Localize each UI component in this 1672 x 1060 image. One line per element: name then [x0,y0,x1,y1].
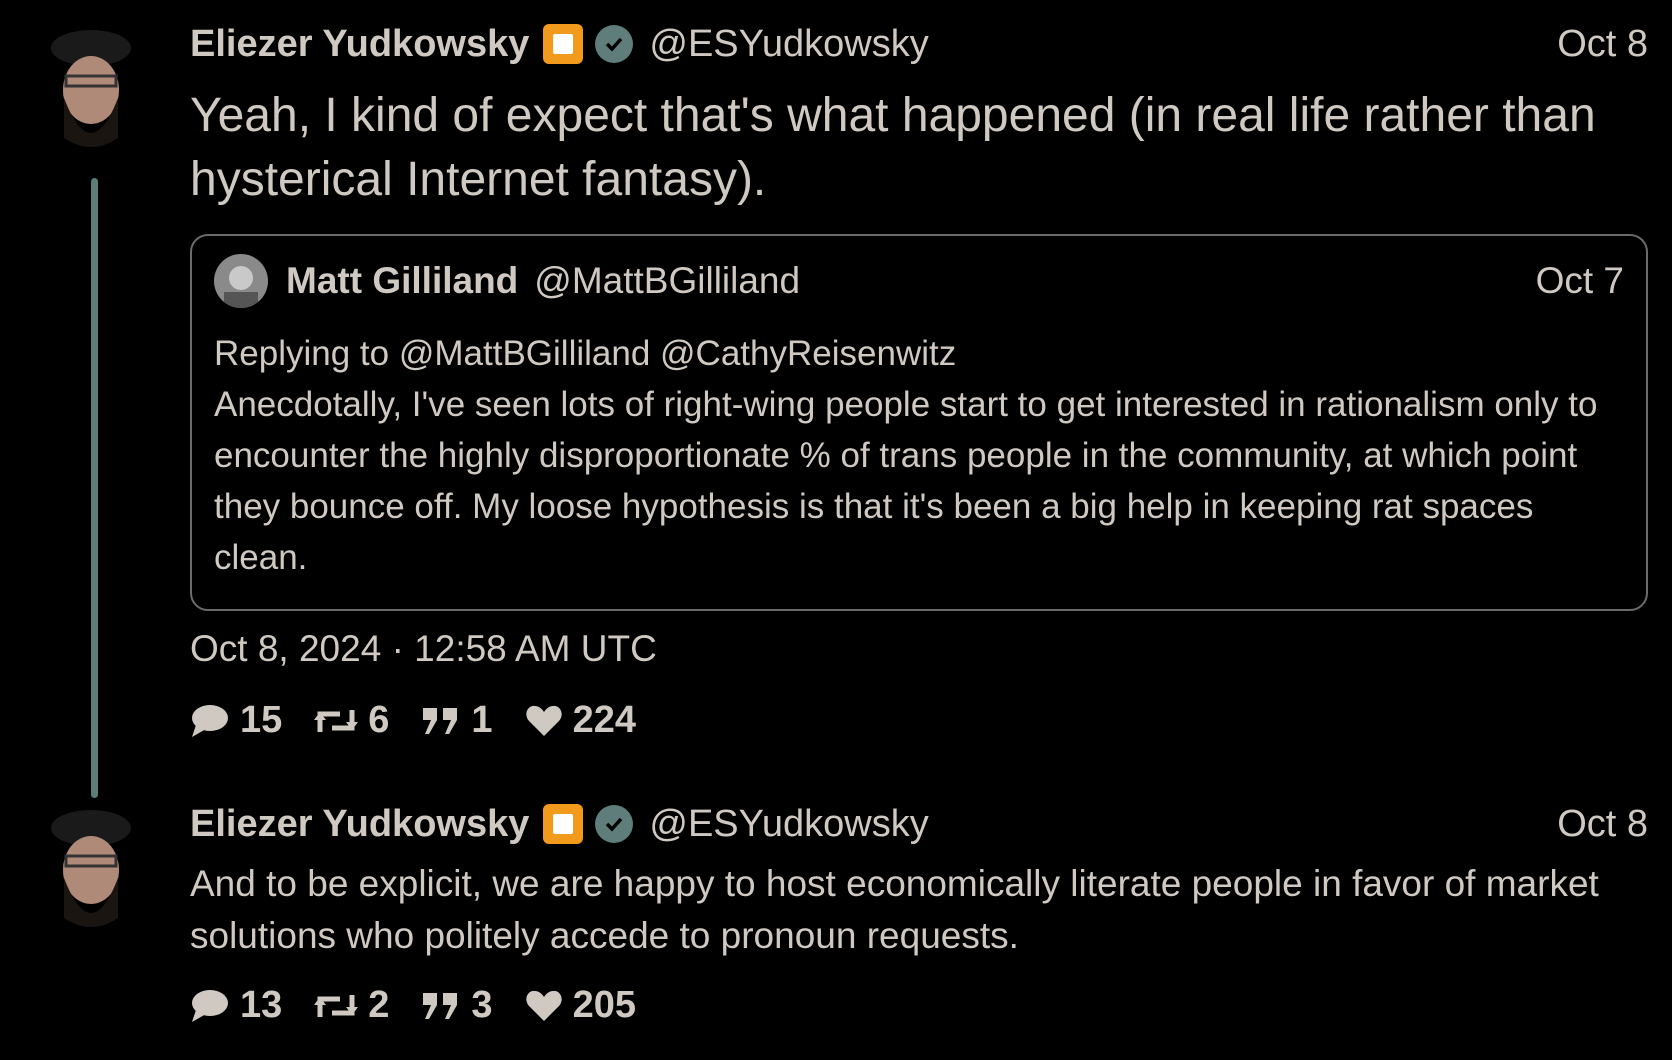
avatar-image [46,808,136,938]
quoted-author-name[interactable]: Matt Gilliland [286,259,518,303]
like-count[interactable]: 205 [525,984,636,1027]
comment-icon [192,989,228,1022]
tweet-text: And to be explicit, we are happy to host… [190,863,1599,956]
mention-link[interactable]: @MattBGilliland [399,334,650,373]
stop-square-badge-icon [543,804,584,844]
avatar-image [46,28,136,158]
quote-count-value: 3 [471,984,493,1026]
tweet[interactable]: Eliezer Yudkowsky @ESYudkowsky Oct 8 Yea… [190,22,1648,742]
reply-count-value: 13 [240,984,283,1026]
retweet-count[interactable]: 2 [314,984,389,1027]
reply-count[interactable]: 15 [190,699,282,742]
like-count-value: 205 [572,984,636,1026]
like-count-value: 224 [572,699,636,741]
quoted-tweet-header: Matt Gilliland @MattBGilliland Oct 7 [214,254,1624,308]
tweet-timestamp[interactable]: Oct 8, 2024 · 12:58 AM UTC [190,627,1648,671]
stop-square-badge-icon [543,24,584,64]
retweet-count-value: 2 [368,984,390,1026]
quote-icon [423,992,458,1019]
like-count[interactable]: 224 [525,699,636,742]
tweet[interactable]: Eliezer Yudkowsky @ESYudkowsky Oct 8 And… [190,802,1648,1027]
tweet-text: Yeah, I kind of expect that's what happe… [190,89,1596,206]
quoted-tweet-text: Anecdotally, I've seen lots of right-win… [214,385,1598,577]
tweet-header: Eliezer Yudkowsky @ESYudkowsky Oct 8 [190,22,1648,66]
avatar[interactable] [46,28,136,158]
author-name[interactable]: Eliezer Yudkowsky [190,802,529,846]
author-handle[interactable]: @ESYudkowsky [649,22,928,66]
tweet-stats: 15 6 1 224 [190,699,1648,742]
comment-icon [192,704,228,737]
retweet-icon [314,994,359,1017]
quoted-tweet[interactable]: Matt Gilliland @MattBGilliland Oct 7 Rep… [190,234,1648,611]
verified-icon [595,25,634,63]
retweet-count[interactable]: 6 [314,699,389,742]
tweet-date[interactable]: Oct 8 [1557,802,1648,846]
mention-link[interactable]: @CathyReisenwitz [660,334,956,373]
quoted-avatar[interactable] [214,254,268,308]
avatar[interactable] [46,808,136,938]
quote-count[interactable]: 3 [421,984,493,1027]
thread-connector-line [91,178,98,798]
reply-count[interactable]: 13 [190,984,282,1027]
replying-to-label: Replying to [214,334,390,373]
tweet-header: Eliezer Yudkowsky @ESYudkowsky Oct 8 [190,802,1648,846]
quoted-tweet-body: Replying to @MattBGilliland @CathyReisen… [214,328,1624,583]
tweet-stats: 13 2 3 205 [190,984,1648,1027]
verified-icon [595,805,634,843]
quoted-author-handle[interactable]: @MattBGilliland [534,259,800,303]
author-name[interactable]: Eliezer Yudkowsky [190,22,529,66]
author-handle[interactable]: @ESYudkowsky [649,802,928,846]
heart-icon [525,705,562,736]
quoted-tweet-date[interactable]: Oct 7 [1536,259,1624,303]
tweet-date[interactable]: Oct 8 [1557,22,1648,66]
retweet-icon [314,709,359,732]
quote-icon [423,707,458,734]
quote-count[interactable]: 1 [421,699,493,742]
reply-count-value: 15 [240,699,283,741]
retweet-count-value: 6 [368,699,390,741]
heart-icon [525,990,562,1021]
quote-count-value: 1 [471,699,493,741]
